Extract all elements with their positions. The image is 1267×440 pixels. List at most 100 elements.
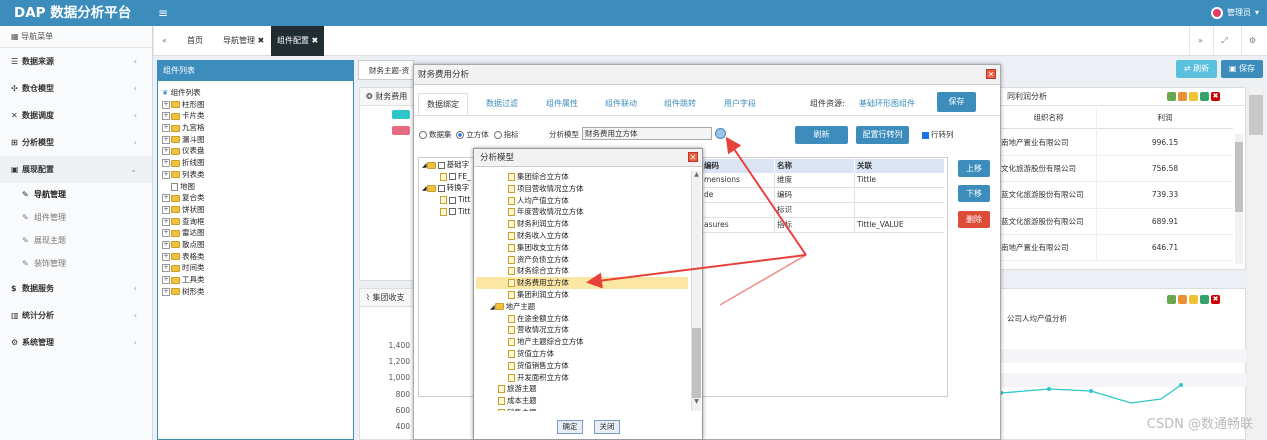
component-category[interactable]: + 时间类: [162, 262, 342, 274]
expand-icon[interactable]: +: [162, 205, 170, 214]
component-category[interactable]: + 雷达图: [162, 227, 342, 239]
row-to-col-checkbox[interactable]: 行转列: [922, 129, 954, 140]
config-icon[interactable]: [1200, 92, 1209, 101]
edit-icon[interactable]: [1189, 295, 1198, 304]
sidebar-subitem-widget-manage[interactable]: ✎ 组件管理: [0, 206, 152, 229]
model-input[interactable]: 财务费用立方体: [582, 127, 712, 140]
radio-dataset[interactable]: [419, 131, 427, 139]
tab-widget-config[interactable]: 组件配置 ✖: [271, 26, 325, 56]
radio-cube[interactable]: [456, 131, 465, 139]
model-item[interactable]: 财务综合立方体: [476, 265, 688, 277]
component-category[interactable]: + 饼状图: [162, 204, 342, 216]
model-group[interactable]: 销售主题: [476, 407, 688, 411]
model-item[interactable]: 财务利润立方体: [476, 218, 688, 230]
scroll-up-icon[interactable]: ▲: [692, 171, 701, 178]
model-item[interactable]: 开发面积立方体: [476, 372, 688, 384]
expand-icon[interactable]: +: [162, 100, 170, 109]
table-row[interactable]: 南地产置业有限公司 996.15: [1001, 130, 1233, 157]
refresh-fields-button[interactable]: 刷新: [795, 126, 848, 144]
expand-icon[interactable]: +: [162, 135, 170, 144]
tab-widget-jump[interactable]: 组件跳转: [656, 93, 704, 115]
expand-icon[interactable]: +: [162, 276, 170, 284]
sidebar-item-display-config[interactable]: ▣ 展现配置 ⌄: [0, 156, 152, 183]
expand-icon[interactable]: +: [162, 112, 170, 121]
menu-toggle-icon[interactable]: ≡: [158, 0, 172, 26]
tab-scroll-right-icon[interactable]: »: [1189, 26, 1211, 56]
model-item[interactable]: 人均产值立方体: [476, 195, 688, 207]
expand-icon[interactable]: +: [162, 229, 170, 238]
sidebar-subitem-nav-manage[interactable]: ✎ 导航管理: [0, 183, 152, 206]
component-category[interactable]: + 折线图: [162, 157, 342, 169]
model-item[interactable]: 在途金额立方体: [476, 313, 688, 325]
component-category[interactable]: + 柱形图: [162, 99, 342, 111]
component-category[interactable]: + 复合类: [162, 192, 342, 204]
component-category[interactable]: + 工具类: [162, 274, 342, 286]
expand-icon[interactable]: +: [162, 194, 170, 203]
search-icon[interactable]: [715, 128, 726, 139]
sidebar-item-system[interactable]: ⚙ 系统管理 ‹: [0, 329, 152, 356]
config-row-col-button[interactable]: 配置行转列: [856, 126, 909, 144]
widget-group-income[interactable]: ⌇ 集团收支 1,400 1,200 1,000 800 600 400: [359, 288, 415, 440]
picker-ok-button[interactable]: 确定: [557, 420, 583, 434]
component-category[interactable]: + 表格类: [162, 251, 342, 263]
sidebar-subitem-display-theme[interactable]: ✎ 展现主题: [0, 229, 152, 252]
tab-data-binding[interactable]: 数据绑定: [418, 93, 468, 115]
model-item[interactable]: 资产负债立方体: [476, 254, 688, 266]
app-logo[interactable]: DAP 数据分析平台: [0, 0, 153, 26]
picker-close-button[interactable]: 关闭: [594, 420, 620, 434]
move-up-button[interactable]: 上移: [958, 160, 990, 177]
model-item[interactable]: 货值销售立方体: [476, 360, 688, 372]
model-item[interactable]: 财务收入立方体: [476, 230, 688, 242]
model-item[interactable]: 集团综合立方体: [476, 171, 688, 183]
tab-user-fields[interactable]: 用户字段: [716, 93, 764, 115]
component-category[interactable]: + 卡片类: [162, 110, 342, 122]
expand-icon[interactable]: +: [162, 170, 170, 179]
user-menu[interactable]: 管理员 ▾: [1210, 0, 1259, 26]
expand-icon[interactable]: +: [162, 124, 170, 133]
picker-scrollbar[interactable]: ▲ ▼: [691, 171, 701, 411]
close-icon[interactable]: ✕: [986, 69, 996, 79]
table-row[interactable]: de 编码: [702, 188, 944, 203]
table-row[interactable]: 蓝文化旅游股份有限公司 739.33: [1001, 182, 1233, 209]
delete-icon[interactable]: ✖: [1211, 295, 1220, 304]
settings-gear-icon[interactable]: [1178, 92, 1187, 101]
component-category[interactable]: + 漏斗图: [162, 134, 342, 146]
export-icon[interactable]: [1167, 295, 1176, 304]
radio-indicator[interactable]: [493, 131, 502, 139]
settings-gear-icon[interactable]: [1178, 295, 1187, 304]
component-category[interactable]: + 树形类: [162, 286, 342, 298]
sidebar-item-data-service[interactable]: $ 数据服务 ‹: [0, 275, 152, 302]
resource-link[interactable]: 基础环形图组件: [859, 98, 915, 109]
component-category[interactable]: 地图: [162, 181, 342, 193]
table-row[interactable]: 文化旅游股份有限公司 756.58: [1001, 156, 1233, 183]
tab-widget-linkage[interactable]: 组件联动: [597, 93, 645, 115]
expand-icon[interactable]: +: [162, 252, 170, 261]
expand-icon[interactable]: +: [162, 287, 170, 296]
dialog-save-button[interactable]: 保存: [937, 92, 976, 112]
close-icon[interactable]: ✖: [258, 36, 265, 45]
save-page-button[interactable]: ▣ 保存: [1221, 60, 1263, 78]
expand-icon[interactable]: +: [162, 147, 170, 156]
table-row[interactable]: 蓝文化旅游股份有限公司 689.91: [1001, 208, 1233, 235]
model-group[interactable]: ◢ 地产主题: [476, 301, 688, 313]
tab-options-gear-icon[interactable]: ⚙: [1241, 26, 1263, 56]
model-group[interactable]: 旅游主题: [476, 383, 688, 395]
table-row[interactable]: 标识: [702, 203, 944, 218]
expand-icon[interactable]: +: [162, 217, 170, 226]
sidebar-item-warehouse-model[interactable]: ✣ 数仓模型 ‹: [0, 75, 152, 102]
widget-finance-expense[interactable]: ❂ 财务费用: [359, 87, 415, 281]
sidebar-subitem-decoration-manage[interactable]: ✎ 装饰管理: [0, 252, 152, 275]
delete-row-button[interactable]: 删除: [958, 211, 990, 228]
scroll-down-icon[interactable]: ▼: [692, 398, 701, 405]
model-item[interactable]: 集团收支立方体: [476, 242, 688, 254]
model-item[interactable]: 地产主题综合立方体: [476, 336, 688, 348]
expand-icon[interactable]: +: [162, 240, 170, 249]
model-item[interactable]: 货值立方体: [476, 348, 688, 360]
close-icon[interactable]: ✕: [688, 152, 698, 162]
tab-widget-props[interactable]: 组件属性: [538, 93, 586, 115]
widget-profit-analysis[interactable]: 同利润分析 ✖ 组织名称 利润 南地产置业有限公司 996.15 文化旅游股份有限公…: [1000, 87, 1246, 270]
expand-icon[interactable]: +: [162, 159, 170, 168]
sidebar-item-data-source[interactable]: ☰ 数据来源 ‹: [0, 48, 152, 75]
component-category[interactable]: + 九宫格: [162, 122, 342, 134]
move-down-button[interactable]: 下移: [958, 185, 990, 202]
